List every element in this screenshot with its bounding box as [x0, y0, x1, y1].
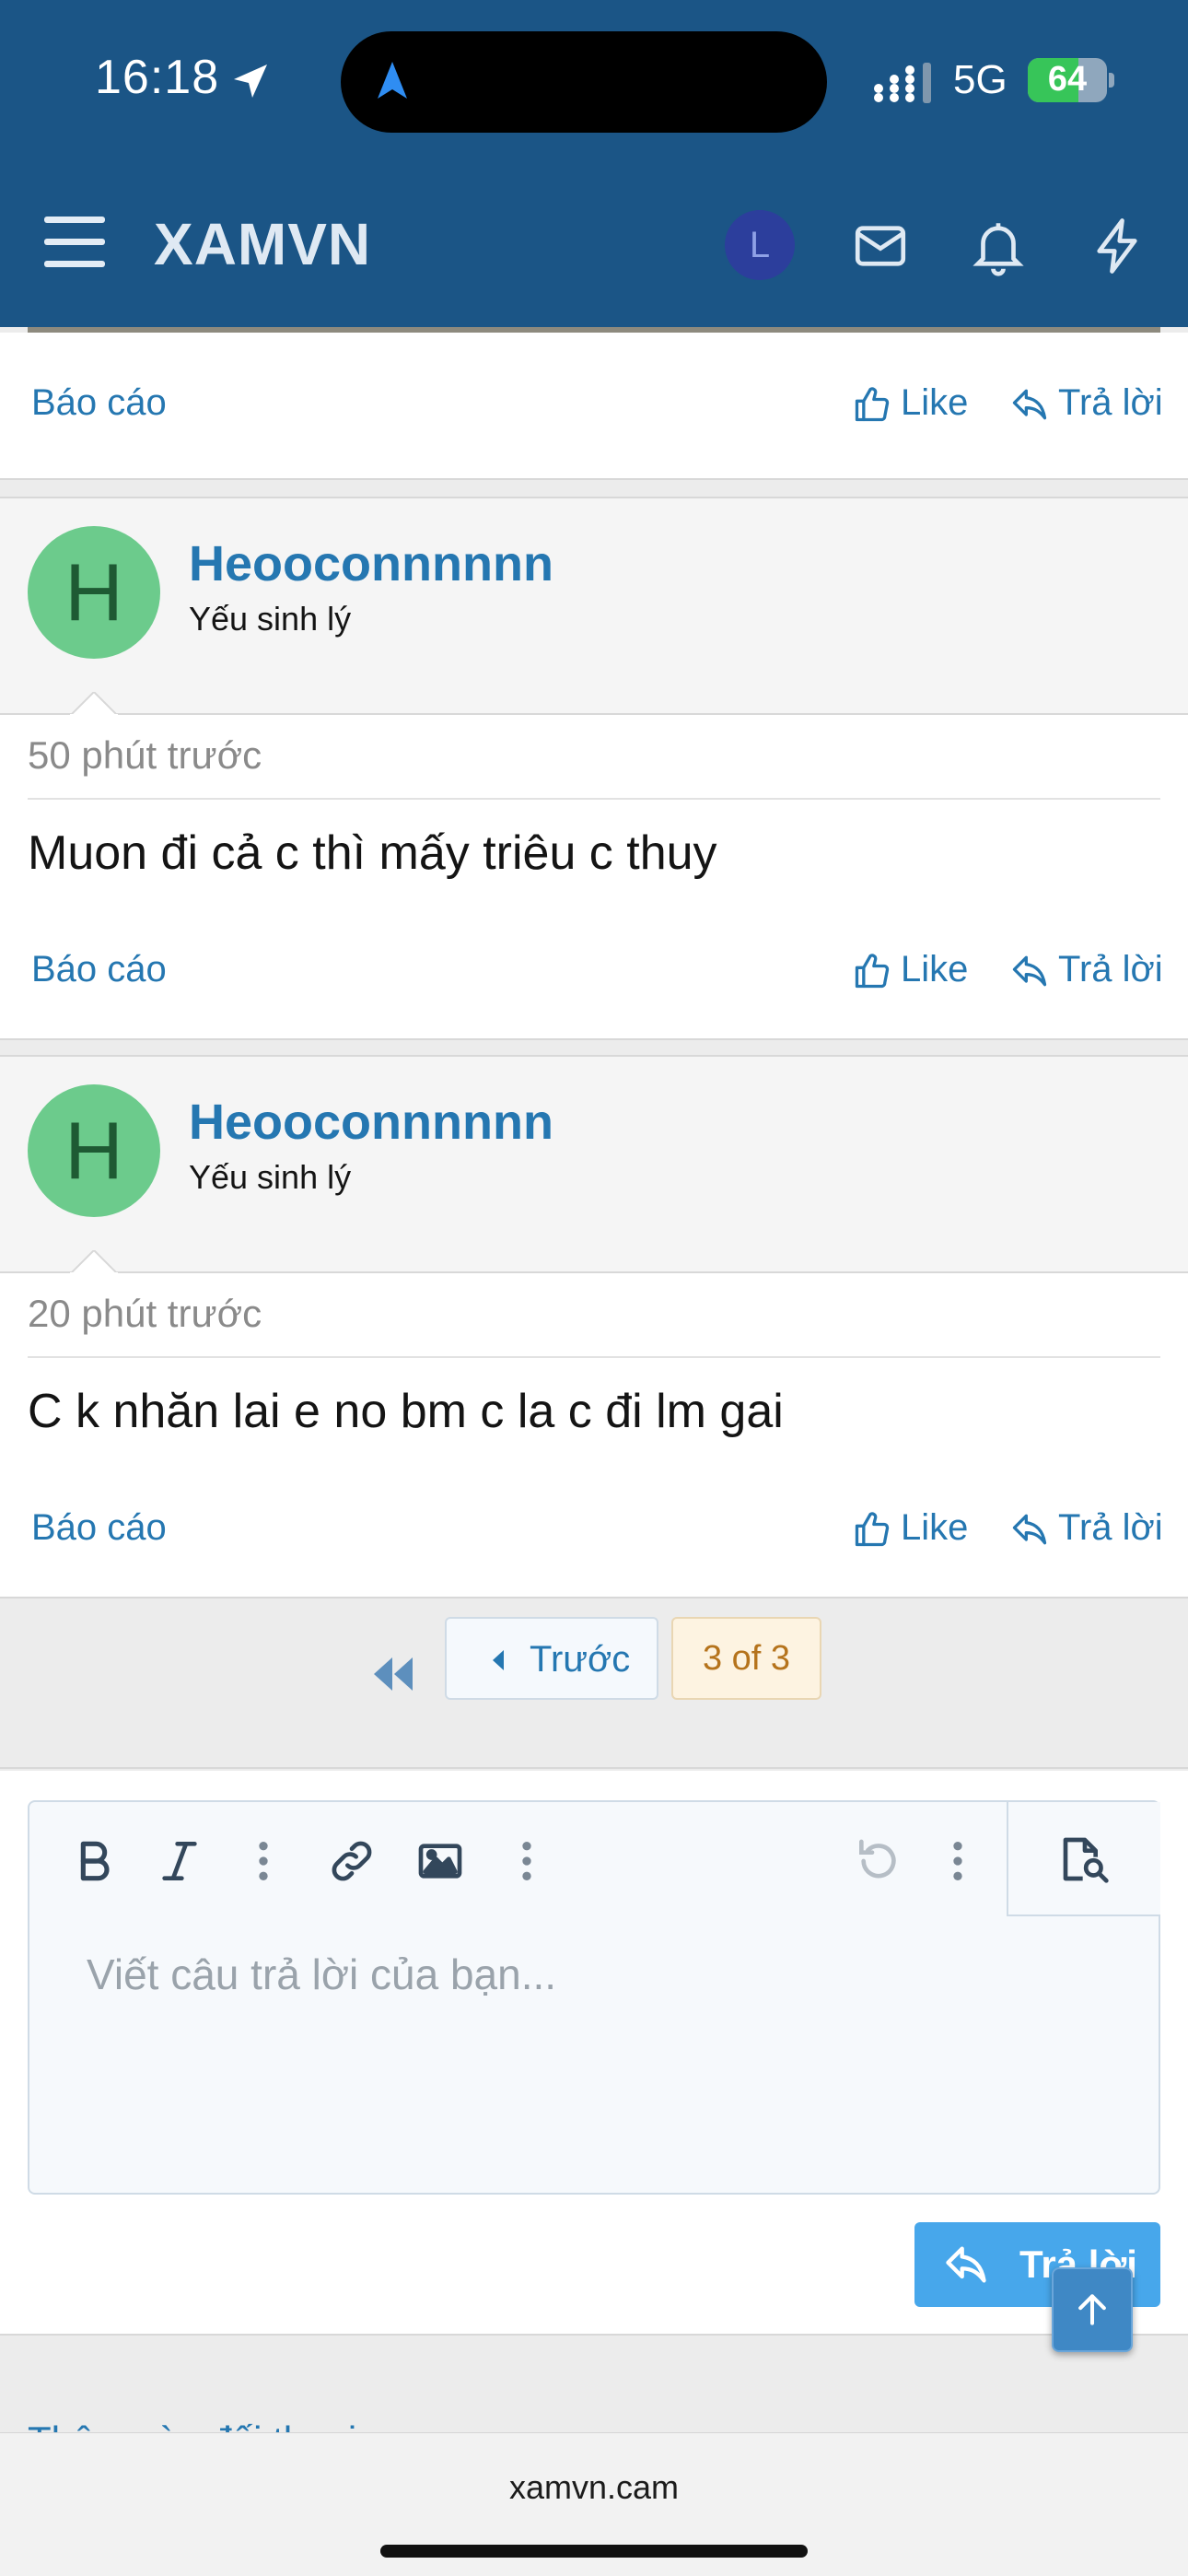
inbox-icon[interactable] — [850, 216, 911, 276]
reply-editor: Viết câu trả lời của bạn... — [28, 1800, 1160, 2195]
url-text[interactable]: xamvn.cam — [0, 2468, 1188, 2507]
bell-icon[interactable] — [968, 216, 1029, 276]
report-link[interactable]: Báo cáo — [31, 382, 167, 424]
post-actions: Báo cáo Like Trả lời — [31, 949, 1163, 990]
link-icon[interactable] — [326, 1835, 378, 1887]
reply-icon — [946, 2246, 986, 2283]
reply-icon — [1012, 389, 1047, 420]
thumbs-up-icon — [855, 1512, 890, 1547]
home-indicator — [380, 2545, 808, 2558]
browser-address-bar[interactable]: xamvn.cam — [0, 2432, 1188, 2576]
post-pointer — [70, 1250, 118, 1274]
post-author-bar: H Heooconnnnnn Yếu sinh lý — [0, 498, 1188, 716]
status-time: 16:18 — [95, 51, 220, 104]
menu-icon[interactable] — [44, 217, 105, 268]
cellular-signal-icon — [874, 63, 931, 103]
username[interactable]: Heooconnnnnn — [189, 535, 553, 592]
scroll-to-top-button[interactable] — [1052, 2267, 1133, 2352]
username[interactable]: Heooconnnnnn — [189, 1094, 553, 1151]
site-logo[interactable]: XAMVN — [154, 210, 371, 278]
location-arrow-icon — [234, 64, 267, 98]
arrow-up-icon — [1078, 2294, 1106, 2325]
more-options-icon[interactable] — [932, 1835, 984, 1887]
post-message: C k nhăn lai e no bm c la c đi lm gai — [28, 1385, 784, 1438]
battery-icon: 64 — [1028, 58, 1114, 102]
user-title: Yếu sinh lý — [189, 600, 352, 638]
navigation-icon — [378, 62, 407, 99]
thumbs-up-icon — [855, 387, 890, 422]
quick-reply: Viết câu trả lời của bạn... Trả lời — [0, 1771, 1188, 2336]
post-pointer — [70, 692, 118, 716]
pagination: Trước 3 of 3 — [0, 1598, 1188, 1769]
divider — [28, 1356, 1160, 1358]
user-avatar-button[interactable]: L — [725, 210, 795, 280]
current-page-indicator[interactable]: 3 of 3 — [671, 1617, 821, 1700]
post-card: H Heooconnnnnn Yếu sinh lý 20 phút trước… — [0, 1055, 1188, 1598]
prev-page-button[interactable]: Trước — [445, 1617, 658, 1700]
preview-icon — [1063, 1837, 1109, 1883]
bold-icon[interactable] — [68, 1835, 120, 1887]
post-card: Báo cáo Like Trả lời — [0, 333, 1188, 480]
battery-level: 64 — [1047, 60, 1088, 99]
post-card: H Heooconnnnnn Yếu sinh lý 50 phút trước… — [0, 497, 1188, 1040]
image-icon[interactable] — [414, 1835, 466, 1887]
post-message: Muon đi cả c thì mấy triêu c thuy — [28, 826, 717, 880]
lightning-icon[interactable] — [1087, 216, 1147, 276]
network-type: 5G — [953, 57, 1007, 102]
divider — [28, 798, 1160, 800]
post-time[interactable]: 50 phút trước — [28, 733, 262, 778]
report-link[interactable]: Báo cáo — [31, 949, 167, 990]
reply-icon — [1012, 955, 1047, 987]
reply-input[interactable]: Viết câu trả lời của bạn... — [87, 1950, 556, 1999]
post-actions: Báo cáo Like Trả lời — [31, 382, 1163, 424]
user-title: Yếu sinh lý — [189, 1158, 352, 1196]
post-time[interactable]: 20 phút trước — [28, 1292, 262, 1336]
undo-icon[interactable] — [853, 1835, 904, 1887]
avatar[interactable]: H — [28, 526, 160, 659]
thumbs-up-icon — [855, 954, 890, 989]
caret-left-icon — [493, 1650, 504, 1670]
avatar[interactable]: H — [28, 1084, 160, 1217]
post-actions: Báo cáo Like Trả lời — [31, 1507, 1163, 1549]
first-page-icon[interactable] — [370, 1654, 416, 1694]
reply-icon — [1012, 1514, 1047, 1545]
more-options-icon[interactable] — [238, 1835, 289, 1887]
post-author-bar: H Heooconnnnnn Yếu sinh lý — [0, 1057, 1188, 1274]
italic-icon[interactable] — [154, 1835, 205, 1887]
app-header: 16:18 5G 64 XAMVN L — [0, 0, 1188, 327]
report-link[interactable]: Báo cáo — [31, 1507, 167, 1549]
preview-button[interactable] — [1007, 1802, 1160, 1916]
more-options-icon[interactable] — [501, 1835, 553, 1887]
